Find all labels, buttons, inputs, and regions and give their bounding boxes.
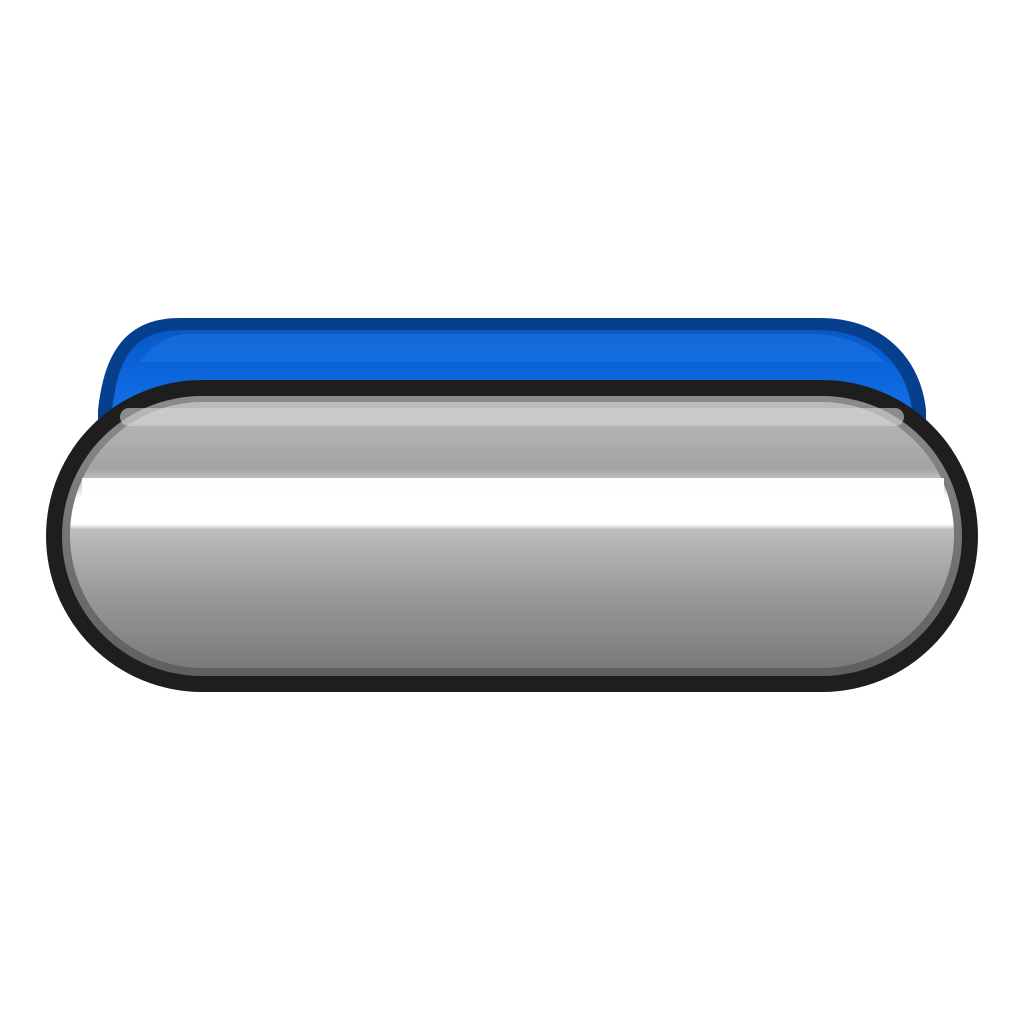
highlight-band [82,478,944,518]
canvas [0,0,1024,1024]
front-pill [46,380,978,692]
pill-button-icon [46,318,978,692]
